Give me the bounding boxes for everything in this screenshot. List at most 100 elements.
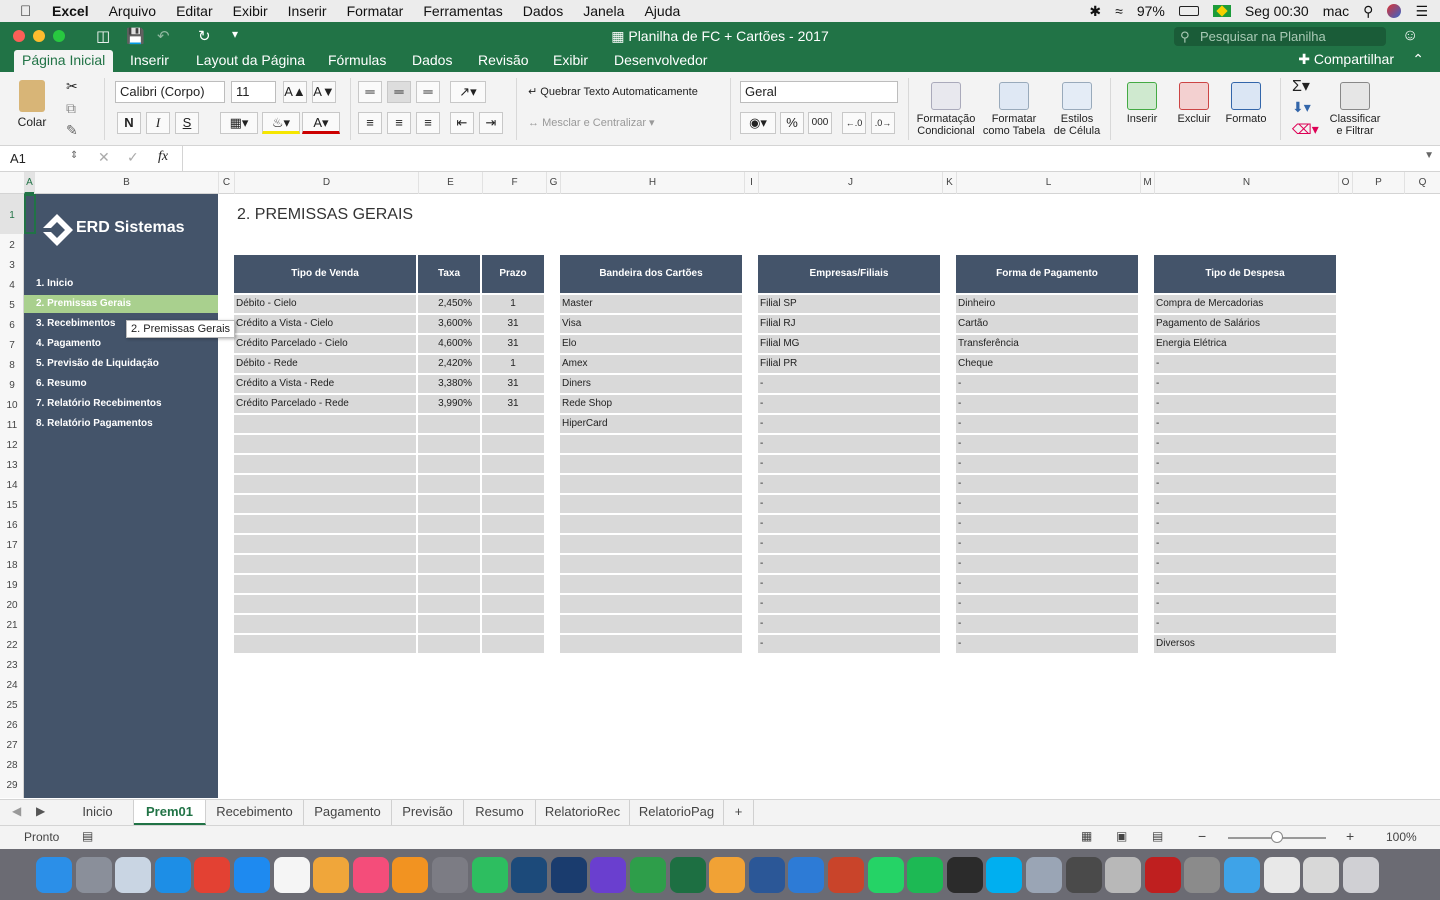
confirm-formula-icon[interactable]: ✓	[127, 149, 139, 166]
cell-empresa[interactable]: -	[758, 615, 940, 633]
evernote-icon[interactable]	[471, 857, 508, 893]
cell-tipo-despesa[interactable]: -	[1154, 375, 1336, 393]
font-name-select[interactable]: Calibri (Corpo)	[115, 81, 225, 103]
cell-taxa[interactable]	[418, 455, 480, 473]
name-box-dropdown-icon[interactable]: ⇕	[70, 150, 78, 161]
cell-taxa[interactable]	[418, 595, 480, 613]
cell-empresa[interactable]: -	[758, 635, 940, 653]
cell-prazo[interactable]	[482, 535, 544, 553]
number-format-select[interactable]: Geral	[740, 81, 898, 103]
italic-button[interactable]: I	[146, 112, 170, 134]
row-header[interactable]: 7	[0, 334, 24, 354]
column-header[interactable]: G	[546, 172, 560, 194]
app-store-icon[interactable]	[234, 857, 270, 893]
row-header[interactable]: 9	[0, 374, 24, 394]
page-layout-view-icon[interactable]: ▣	[1116, 829, 1127, 843]
cell-forma-pagamento[interactable]: -	[956, 635, 1138, 653]
insert-function-button[interactable]: fx	[158, 149, 168, 165]
tab-dados[interactable]: Dados	[404, 50, 460, 72]
cell-empresa[interactable]: -	[758, 395, 940, 413]
system-preferences-icon[interactable]	[432, 857, 468, 893]
cell-taxa[interactable]	[418, 635, 480, 653]
cell-forma-pagamento[interactable]: -	[956, 495, 1138, 513]
row-header[interactable]: 26	[0, 714, 24, 734]
format-as-table-button[interactable]: Formatar como Tabela	[982, 82, 1046, 137]
cell-taxa[interactable]: 3,990%	[418, 395, 480, 413]
row-header[interactable]: 27	[0, 734, 24, 754]
cell-bandeira[interactable]	[560, 635, 742, 653]
zoom-in-icon[interactable]: +	[1346, 828, 1354, 844]
cell-prazo[interactable]	[482, 435, 544, 453]
column-header[interactable]: F	[482, 172, 546, 194]
cell-forma-pagamento[interactable]: Transferência	[956, 335, 1138, 353]
cell-forma-pagamento[interactable]: -	[956, 395, 1138, 413]
align-top-icon[interactable]: ═	[358, 81, 382, 103]
cell-taxa[interactable]	[418, 535, 480, 553]
row-header[interactable]: 11	[0, 414, 24, 434]
font-size-select[interactable]: 11	[231, 81, 276, 103]
numbers-icon[interactable]	[630, 857, 666, 893]
cell-forma-pagamento[interactable]: -	[956, 475, 1138, 493]
normal-view-icon[interactable]: ▦	[1081, 829, 1092, 843]
row-header[interactable]: 12	[0, 434, 24, 454]
column-header[interactable]: J	[758, 172, 942, 194]
chrome-window-icon[interactable]	[1303, 857, 1340, 893]
cell-forma-pagamento[interactable]: Cheque	[956, 355, 1138, 373]
menu-dados[interactable]: Dados	[523, 3, 563, 19]
cell-taxa[interactable]: 2,450%	[418, 295, 480, 313]
cell-bandeira[interactable]: Visa	[560, 315, 742, 333]
page-break-view-icon[interactable]: ▤	[1152, 829, 1163, 843]
add-sheet-button[interactable]: +	[724, 800, 754, 825]
safari-icon[interactable]	[154, 857, 191, 893]
cell-tipo-venda[interactable]: Crédito a Vista - Rede	[234, 375, 416, 393]
bold-button[interactable]: N	[117, 112, 141, 134]
search-sheet-input[interactable]: ⚲ Pesquisar na Planilha	[1174, 27, 1386, 46]
cell-tipo-venda[interactable]: Débito - Cielo	[234, 295, 416, 313]
pages-icon[interactable]	[709, 857, 746, 893]
smiley-feedback-icon[interactable]: ☺	[1402, 27, 1418, 45]
cell-empresa[interactable]: -	[758, 595, 940, 613]
cell-bandeira[interactable]: Diners	[560, 375, 742, 393]
cell-empresa[interactable]: -	[758, 475, 940, 493]
cell-bandeira[interactable]	[560, 435, 742, 453]
row-header[interactable]: 1	[0, 194, 24, 234]
calendar-icon[interactable]	[273, 857, 310, 893]
keynote-icon[interactable]	[788, 857, 825, 893]
trash-icon[interactable]	[1342, 857, 1379, 893]
clear-icon[interactable]: ⌫▾	[1292, 121, 1319, 138]
cell-tipo-venda[interactable]	[234, 575, 416, 593]
clock[interactable]: Seg 00:30	[1245, 3, 1309, 19]
cell-tipo-venda[interactable]: Crédito a Vista - Cielo	[234, 315, 416, 333]
cell-empresa[interactable]: -	[758, 415, 940, 433]
cell-styles-button[interactable]: Estilos de Célula	[1050, 82, 1104, 137]
cell-tipo-venda[interactable]	[234, 635, 416, 653]
row-header[interactable]: 22	[0, 634, 24, 654]
cell-prazo[interactable]	[482, 475, 544, 493]
row-header[interactable]: 4	[0, 274, 24, 294]
cell-tipo-venda[interactable]	[234, 515, 416, 533]
sort-filter-button[interactable]: Classificar e Filtrar	[1326, 82, 1384, 137]
sheet-tab[interactable]: Pagamento	[304, 800, 392, 825]
menu-excel[interactable]: Excel	[52, 3, 89, 19]
cell-empresa[interactable]: -	[758, 375, 940, 393]
cell-tipo-venda[interactable]	[234, 595, 416, 613]
activity-monitor-icon[interactable]	[946, 857, 983, 893]
cell-tipo-venda[interactable]	[234, 455, 416, 473]
cell-taxa[interactable]	[418, 555, 480, 573]
macro-record-icon[interactable]: ▤	[82, 829, 93, 843]
downloads-folder-icon[interactable]	[1224, 857, 1260, 893]
sublime-text-icon[interactable]	[1065, 857, 1102, 893]
cell-bandeira[interactable]	[560, 575, 742, 593]
cell-prazo[interactable]	[482, 615, 544, 633]
cell-prazo[interactable]	[482, 495, 544, 513]
format-cells-button[interactable]: Formato	[1222, 82, 1270, 125]
cell-bandeira[interactable]	[560, 555, 742, 573]
cell-bandeira[interactable]	[560, 595, 742, 613]
row-header[interactable]: 13	[0, 454, 24, 474]
tab-pagina-inicial[interactable]: Página Inicial	[14, 50, 114, 72]
row-header[interactable]: 3	[0, 254, 24, 274]
column-header[interactable]: E	[418, 172, 482, 194]
powerpoint-icon[interactable]	[828, 857, 864, 893]
cell-taxa[interactable]	[418, 615, 480, 633]
sidebar-nav-item[interactable]: 1. Inicio	[36, 275, 218, 293]
